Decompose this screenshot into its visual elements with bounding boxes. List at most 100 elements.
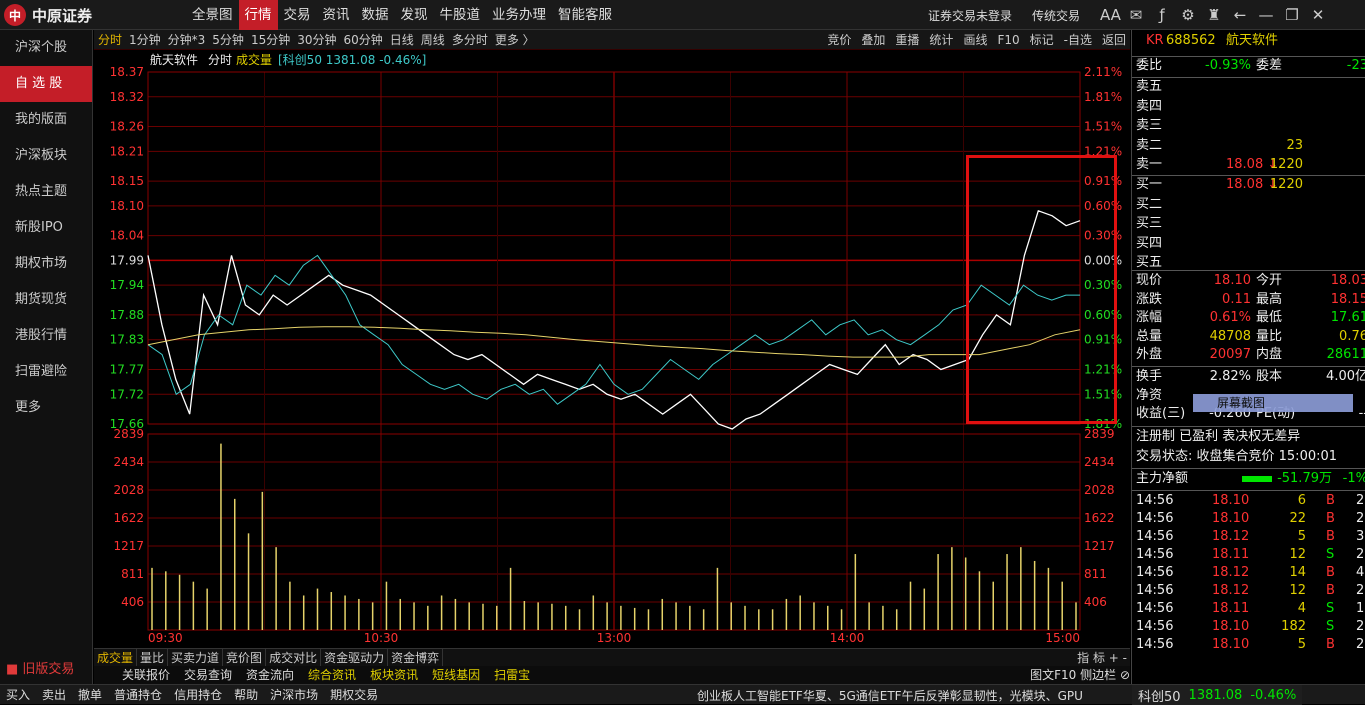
indicator-tab[interactable]: 资金博弈 — [388, 649, 444, 666]
period-tab[interactable]: 1分钟 — [129, 30, 161, 50]
divider — [1132, 366, 1365, 367]
chart-tool[interactable]: -自选 — [1064, 30, 1092, 50]
trade-volume: 4 — [1297, 601, 1306, 616]
gear-icon[interactable]: ⚙ — [1178, 6, 1198, 24]
close-icon[interactable]: ✕ — [1308, 6, 1328, 24]
trade-price: 18.10 — [1212, 511, 1250, 526]
stat-label: 外盘 — [1136, 347, 1163, 362]
classic-trade-link[interactable]: 传统交易 — [1032, 7, 1080, 24]
minimize-icon[interactable]: — — [1256, 6, 1276, 24]
back-icon[interactable]: ← — [1230, 6, 1250, 24]
stock-code: 688562 — [1166, 33, 1216, 48]
old-trade-link[interactable]: ■ 旧版交易 — [6, 658, 74, 677]
sidebar-item[interactable]: 沪深板块 — [0, 138, 92, 174]
volume-tick-label-right: 2028 — [1084, 483, 1115, 497]
chart-tool[interactable]: 统计 — [929, 30, 953, 50]
quote-row: 交易状态: 收盘集合竞价 15:00:01 — [1136, 448, 1365, 466]
nav-item[interactable]: 牛股道 — [434, 0, 487, 30]
chart-tool[interactable]: 标记 — [1030, 30, 1054, 50]
index-ticker[interactable]: 科创50 1381.08 -0.46% — [1132, 685, 1303, 705]
stat-label: 涨幅 — [1136, 310, 1163, 325]
nav-item[interactable]: 行情 — [238, 0, 278, 30]
indicator-tab[interactable]: 成交对比 — [266, 649, 322, 666]
trade-time: 14:56 — [1136, 619, 1174, 634]
time-tick-label: 14:00 — [830, 631, 865, 645]
link-item[interactable]: 资金流向 — [246, 666, 294, 684]
period-tab[interactable]: 周线 — [421, 30, 445, 50]
sidebar-item[interactable]: 热点主题 — [0, 174, 92, 210]
stat-value: 48708 — [1209, 328, 1251, 344]
sidebar-item[interactable]: 港股行情 — [0, 318, 92, 354]
news-ticker[interactable]: 创业板人工智能ETF华夏、5G通信ETF午后反弹彰显韧性，光模块、GPU — [697, 687, 1083, 704]
status-item[interactable]: 撤单 — [72, 686, 108, 703]
period-tab[interactable]: 日线 — [390, 30, 414, 50]
nav-item[interactable]: 交易 — [278, 0, 317, 30]
side-toggle[interactable]: 图文F10 侧边栏 ⊘ — [1030, 666, 1130, 684]
nav-item[interactable]: 业务办理 — [486, 0, 552, 30]
chart-tool[interactable]: 画线 — [963, 30, 987, 50]
sidebar-item[interactable]: 扫雷避险 — [0, 354, 92, 390]
link-item[interactable]: 板块资讯 — [370, 666, 418, 684]
status-item[interactable]: 卖出 — [36, 686, 72, 703]
main-flow-bar — [1242, 476, 1272, 482]
sidebar-item[interactable]: 我的版面 — [0, 102, 92, 138]
link-item[interactable]: 综合资讯 — [308, 666, 356, 684]
period-tab[interactable]: 更多 〉 — [495, 30, 535, 50]
chart-mode: 分时 — [208, 53, 232, 67]
sidebar-item[interactable]: 更多 — [0, 390, 92, 426]
period-tab[interactable]: 5分钟 — [212, 30, 244, 50]
period-tab[interactable]: 分时 — [98, 30, 122, 50]
quote-row: 14:56 18.10 6 B 2 — [1136, 492, 1365, 510]
chart-tool[interactable]: F10 — [997, 30, 1019, 50]
status-item[interactable]: 沪深市场 — [264, 686, 324, 703]
status-item[interactable]: 期权交易 — [324, 686, 384, 703]
nav-item[interactable]: 数据 — [356, 0, 395, 30]
indicator-tab[interactable]: 成交量 — [94, 649, 138, 666]
sidebar-item[interactable]: 自 选 股 — [0, 66, 92, 102]
stat-value: 0.11 — [1222, 291, 1251, 307]
nav-item[interactable]: 智能客服 — [552, 0, 618, 30]
trade-volume: 5 — [1297, 637, 1306, 652]
restore-icon[interactable]: ❐ — [1282, 6, 1302, 24]
period-tab[interactable]: 分钟*3 — [168, 30, 206, 50]
status-item[interactable]: 信用持仓 — [168, 686, 228, 703]
mail-icon[interactable]: ✉ — [1126, 6, 1146, 24]
period-tab[interactable]: 30分钟 — [297, 30, 336, 50]
indicator-controls[interactable]: 指 标 + - — [1074, 649, 1130, 666]
indicator-tab[interactable]: 资金驱动力 — [321, 649, 389, 666]
font-size-icon[interactable]: AA — [1100, 6, 1121, 24]
indicator-tab[interactable]: 买卖力道 — [168, 649, 224, 666]
screenshot-popup[interactable]: 屏幕截图 — [1193, 394, 1353, 412]
period-tab[interactable]: 60分钟 — [344, 30, 383, 50]
link-item[interactable]: 交易查询 — [184, 666, 232, 684]
price-tick-label: 17.83 — [110, 333, 144, 347]
quote-row: 14:56 18.11 4 S 1 — [1136, 600, 1365, 618]
formula-icon[interactable]: ƒ — [1152, 6, 1172, 24]
sidebar-item[interactable]: 沪深个股 — [0, 30, 92, 66]
nav-item[interactable]: 全景图 — [186, 0, 239, 30]
link-item[interactable]: 短线基因 — [432, 666, 480, 684]
bid-label: 买四 — [1136, 235, 1163, 251]
link-item[interactable]: 扫雷宝 — [494, 666, 530, 684]
nav-item[interactable]: 发现 — [395, 0, 434, 30]
period-tab[interactable]: 多分时 — [452, 30, 488, 50]
shirt-icon[interactable]: ♜ — [1204, 6, 1224, 24]
period-tab[interactable]: 15分钟 — [251, 30, 290, 50]
login-status[interactable]: 证券交易未登录 — [928, 7, 1012, 24]
ask-label: 卖四 — [1136, 98, 1163, 114]
chart-tool[interactable]: 返回 — [1102, 30, 1126, 50]
sidebar-item[interactable]: 期货现货 — [0, 282, 92, 318]
link-item[interactable]: 关联报价 — [122, 666, 170, 684]
chart-tool[interactable]: 叠加 — [861, 30, 885, 50]
sidebar-item[interactable]: 新股IPO — [0, 210, 92, 246]
status-item[interactable]: 买入 — [0, 686, 36, 703]
status-item[interactable]: 帮助 — [228, 686, 264, 703]
indicator-tab[interactable]: 量比 — [137, 649, 169, 666]
status-item[interactable]: 普通持仓 — [108, 686, 168, 703]
chart-tool[interactable]: 重播 — [895, 30, 919, 50]
nav-item[interactable]: 资讯 — [317, 0, 356, 30]
chart-tool[interactable]: 竞价 — [827, 30, 851, 50]
indicator-tab[interactable]: 竞价图 — [223, 649, 267, 666]
sidebar-item[interactable]: 期权市场 — [0, 246, 92, 282]
ask-label: 卖五 — [1136, 79, 1163, 94]
